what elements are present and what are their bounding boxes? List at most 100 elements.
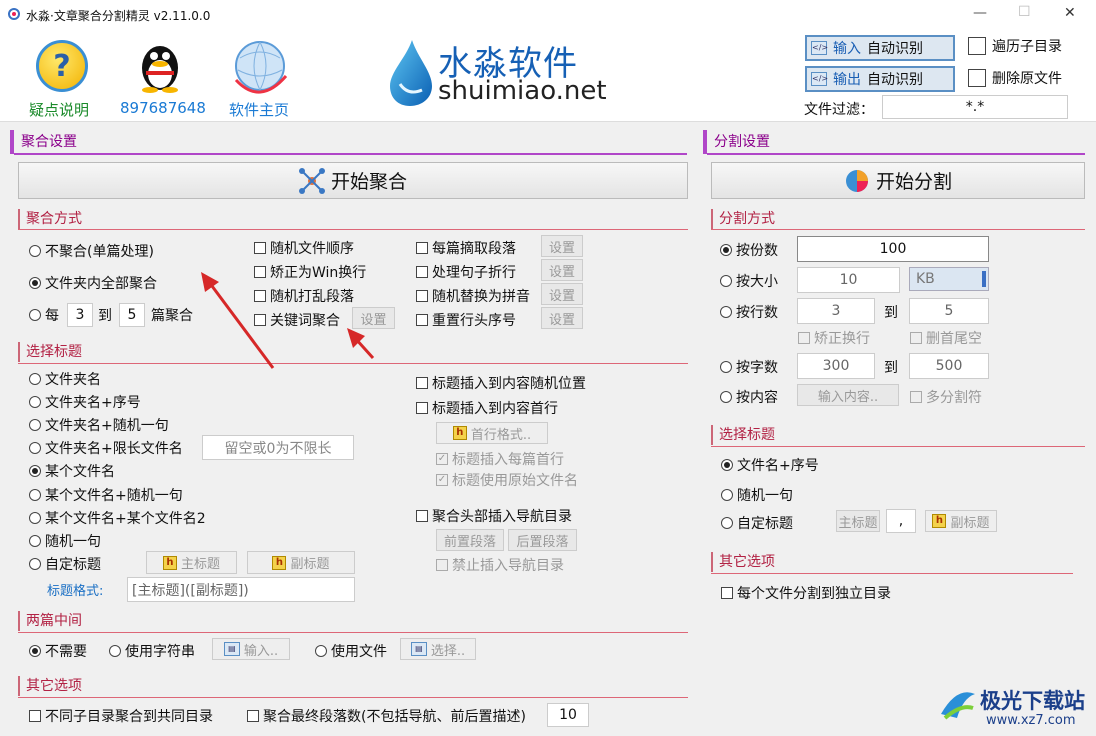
checkbox-box[interactable]	[721, 587, 733, 599]
suffix-paragraph-button[interactable]: 后置段落	[508, 529, 577, 551]
checkbox-box[interactable]	[416, 242, 428, 254]
radio-folder-name[interactable]: 文件夹名	[29, 369, 101, 389]
radio-use-file[interactable]: 使用文件	[315, 641, 387, 661]
radio-dot[interactable]	[720, 306, 732, 318]
first-line-format-button[interactable]: h 首行格式..	[436, 422, 548, 444]
help-link[interactable]: 疑点说明	[29, 99, 89, 120]
radio-folder-name-random[interactable]: 文件夹名+随机一句	[29, 415, 169, 435]
chk-common-directory[interactable]: 不同子目录聚合到共同目录	[29, 706, 213, 726]
start-merge-button[interactable]: 开始聚合	[18, 162, 688, 199]
lines-to-input[interactable]: 5	[909, 298, 989, 324]
radio-filename-seq[interactable]: 文件名+序号	[721, 455, 819, 475]
chk-no-nav-directory[interactable]: 禁止插入导航目录	[436, 555, 564, 575]
checkbox-box[interactable]	[910, 391, 922, 403]
radio-by-content[interactable]: 按内容	[720, 387, 778, 407]
radio-dot[interactable]	[109, 645, 121, 657]
checkbox-box[interactable]	[416, 510, 428, 522]
radio-file-name[interactable]: 某个文件名	[29, 461, 115, 481]
radio-folder-name-limited[interactable]: 文件夹名+限长文件名	[29, 438, 183, 458]
radio-dot[interactable]	[29, 277, 41, 289]
radio-dot[interactable]	[29, 309, 41, 321]
chk-trim-blank[interactable]: 删首尾空	[910, 328, 982, 348]
checkbox-box[interactable]	[416, 402, 428, 414]
chk-separate-directory[interactable]: 每个文件分割到独立目录	[721, 583, 891, 603]
title-format-input[interactable]: [主标题]([副标题])	[127, 577, 355, 602]
sentence-settings-button[interactable]: 设置	[541, 259, 583, 281]
checkbox-box[interactable]	[29, 710, 41, 722]
radio-merge-range[interactable]: 每	[29, 305, 59, 325]
traverse-subdir-checkbox[interactable]: 遍历子目录	[968, 36, 1062, 56]
radio-merge-all[interactable]: 文件夹内全部聚合	[29, 273, 157, 293]
radio-dot[interactable]	[720, 361, 732, 373]
radio-no-merge[interactable]: 不聚合(单篇处理)	[29, 241, 154, 261]
radio-dot[interactable]	[721, 459, 733, 471]
close-button[interactable]: ✕	[1064, 5, 1076, 21]
help-icon[interactable]: ?	[36, 40, 88, 92]
checkbox-box[interactable]: ✓	[436, 453, 448, 465]
chk-title-random-position[interactable]: 标题插入到内容随机位置	[416, 373, 586, 393]
radio-dot[interactable]	[29, 396, 41, 408]
radio-random-sentence[interactable]: 随机一句	[29, 531, 101, 551]
delete-source-checkbox[interactable]: 删除原文件	[968, 68, 1062, 88]
sub-title-button[interactable]: h 副标题	[247, 551, 355, 574]
chars-to-input[interactable]: 500	[909, 353, 989, 379]
qq-icon[interactable]	[136, 38, 184, 94]
merge-from-input[interactable]: 3	[67, 303, 93, 327]
radio-dot[interactable]	[29, 442, 41, 454]
radio-dot[interactable]	[721, 517, 733, 529]
homepage-link[interactable]: 软件主页	[229, 99, 289, 120]
paragraph-count-input[interactable]: 10	[547, 703, 589, 727]
radio-by-chars[interactable]: 按字数	[720, 357, 778, 377]
qq-number[interactable]: 897687648	[120, 99, 206, 117]
split-count-input[interactable]: 100	[797, 236, 989, 262]
size-unit-select[interactable]: KB	[909, 267, 989, 291]
checkbox-box[interactable]	[968, 69, 986, 87]
radio-dot[interactable]	[29, 535, 41, 547]
prefix-paragraph-button[interactable]: 前置段落	[436, 529, 504, 551]
checkbox-box[interactable]	[798, 332, 810, 344]
extract-settings-button[interactable]: 设置	[541, 235, 583, 257]
checkbox-box[interactable]	[416, 266, 428, 278]
checkbox-box[interactable]	[416, 377, 428, 389]
split-sub-title-button[interactable]: h 副标题	[925, 510, 997, 532]
pinyin-settings-button[interactable]: 设置	[541, 283, 583, 305]
radio-dot[interactable]	[29, 558, 41, 570]
chk-sentence-wrap[interactable]: 处理句子折行	[416, 262, 516, 282]
chk-pinyin-replace[interactable]: 随机替换为拼音	[416, 286, 530, 306]
radio-dot[interactable]	[721, 489, 733, 501]
checkbox-box[interactable]	[254, 242, 266, 254]
radio-dot[interactable]	[315, 645, 327, 657]
split-size-input[interactable]: 10	[797, 267, 900, 293]
radio-dot[interactable]	[29, 645, 41, 657]
checkbox-box[interactable]	[968, 37, 986, 55]
radio-dot[interactable]	[720, 275, 732, 287]
chk-final-paragraph-count[interactable]: 聚合最终段落数(不包括导航、前后置描述)	[247, 706, 526, 726]
maximize-button[interactable]: ☐	[1018, 4, 1031, 20]
radio-dot[interactable]	[29, 419, 41, 431]
spinner-icon[interactable]	[982, 271, 986, 287]
radio-file-name-random[interactable]: 某个文件名+随机一句	[29, 485, 183, 505]
radio-dot[interactable]	[720, 244, 732, 256]
chk-title-each-first-line[interactable]: ✓ 标题插入每篇首行	[436, 449, 564, 469]
radio-dot[interactable]	[720, 391, 732, 403]
radio-random-sentence-split[interactable]: 随机一句	[721, 485, 793, 505]
filter-input[interactable]: *.*	[882, 95, 1068, 119]
radio-file-name-file2[interactable]: 某个文件名+某个文件名2	[29, 508, 206, 528]
string-input-button[interactable]: ▤ 输入..	[212, 638, 290, 660]
checkbox-box[interactable]	[416, 314, 428, 326]
radio-by-size[interactable]: 按大小	[720, 271, 778, 291]
chk-reset-line-number[interactable]: 重置行头序号	[416, 310, 516, 330]
globe-icon[interactable]	[230, 36, 290, 96]
chk-nav-directory[interactable]: 聚合头部插入导航目录	[416, 506, 572, 526]
split-main-title-button[interactable]: 主标题	[836, 510, 880, 532]
checkbox-box[interactable]	[416, 290, 428, 302]
checkbox-box[interactable]	[436, 559, 448, 571]
radio-custom-title[interactable]: 自定标题	[29, 554, 101, 574]
radio-none[interactable]: 不需要	[29, 641, 87, 661]
chk-random-order[interactable]: 随机文件顺序	[254, 238, 354, 258]
chk-extract-paragraphs[interactable]: 每篇摘取段落	[416, 238, 516, 258]
radio-by-count[interactable]: 按份数	[720, 240, 778, 260]
radio-dot[interactable]	[29, 373, 41, 385]
input-folder-button[interactable]: </> 输入 自动识别	[805, 35, 955, 61]
radio-folder-name-seq[interactable]: 文件夹名+序号	[29, 392, 141, 412]
